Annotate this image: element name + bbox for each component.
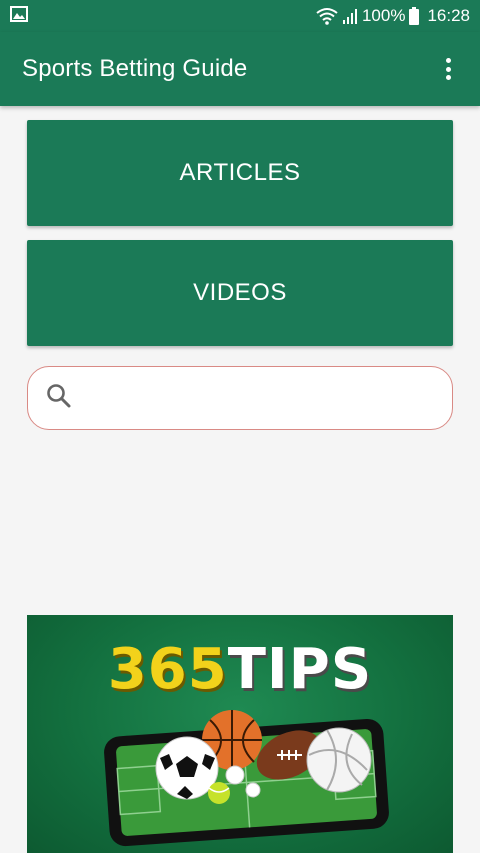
battery-percent: 100% bbox=[361, 6, 406, 25]
search-input[interactable] bbox=[86, 378, 426, 418]
wifi-icon bbox=[316, 7, 338, 25]
ad-banner[interactable]: 365TIPS bbox=[27, 615, 453, 853]
videos-button[interactable]: VIDEOS bbox=[27, 240, 453, 346]
videos-button-label: VIDEOS bbox=[193, 279, 287, 306]
banner-logo: 365TIPS bbox=[107, 637, 373, 702]
app-bar: Sports Betting Guide bbox=[0, 32, 480, 106]
clock: 16:28 bbox=[427, 6, 470, 25]
overflow-menu-icon[interactable] bbox=[434, 54, 462, 84]
signal-icon bbox=[342, 7, 358, 25]
image-icon bbox=[10, 5, 28, 27]
battery-icon bbox=[409, 7, 420, 25]
sports-balls-phone-image bbox=[104, 710, 389, 847]
search-icon bbox=[46, 383, 72, 414]
app-title: Sports Betting Guide bbox=[22, 55, 248, 82]
status-bar: 100% 16:28 bbox=[0, 0, 480, 32]
search-box[interactable] bbox=[27, 366, 453, 430]
articles-button-label: ARTICLES bbox=[179, 159, 301, 186]
articles-button[interactable]: ARTICLES bbox=[27, 120, 453, 226]
